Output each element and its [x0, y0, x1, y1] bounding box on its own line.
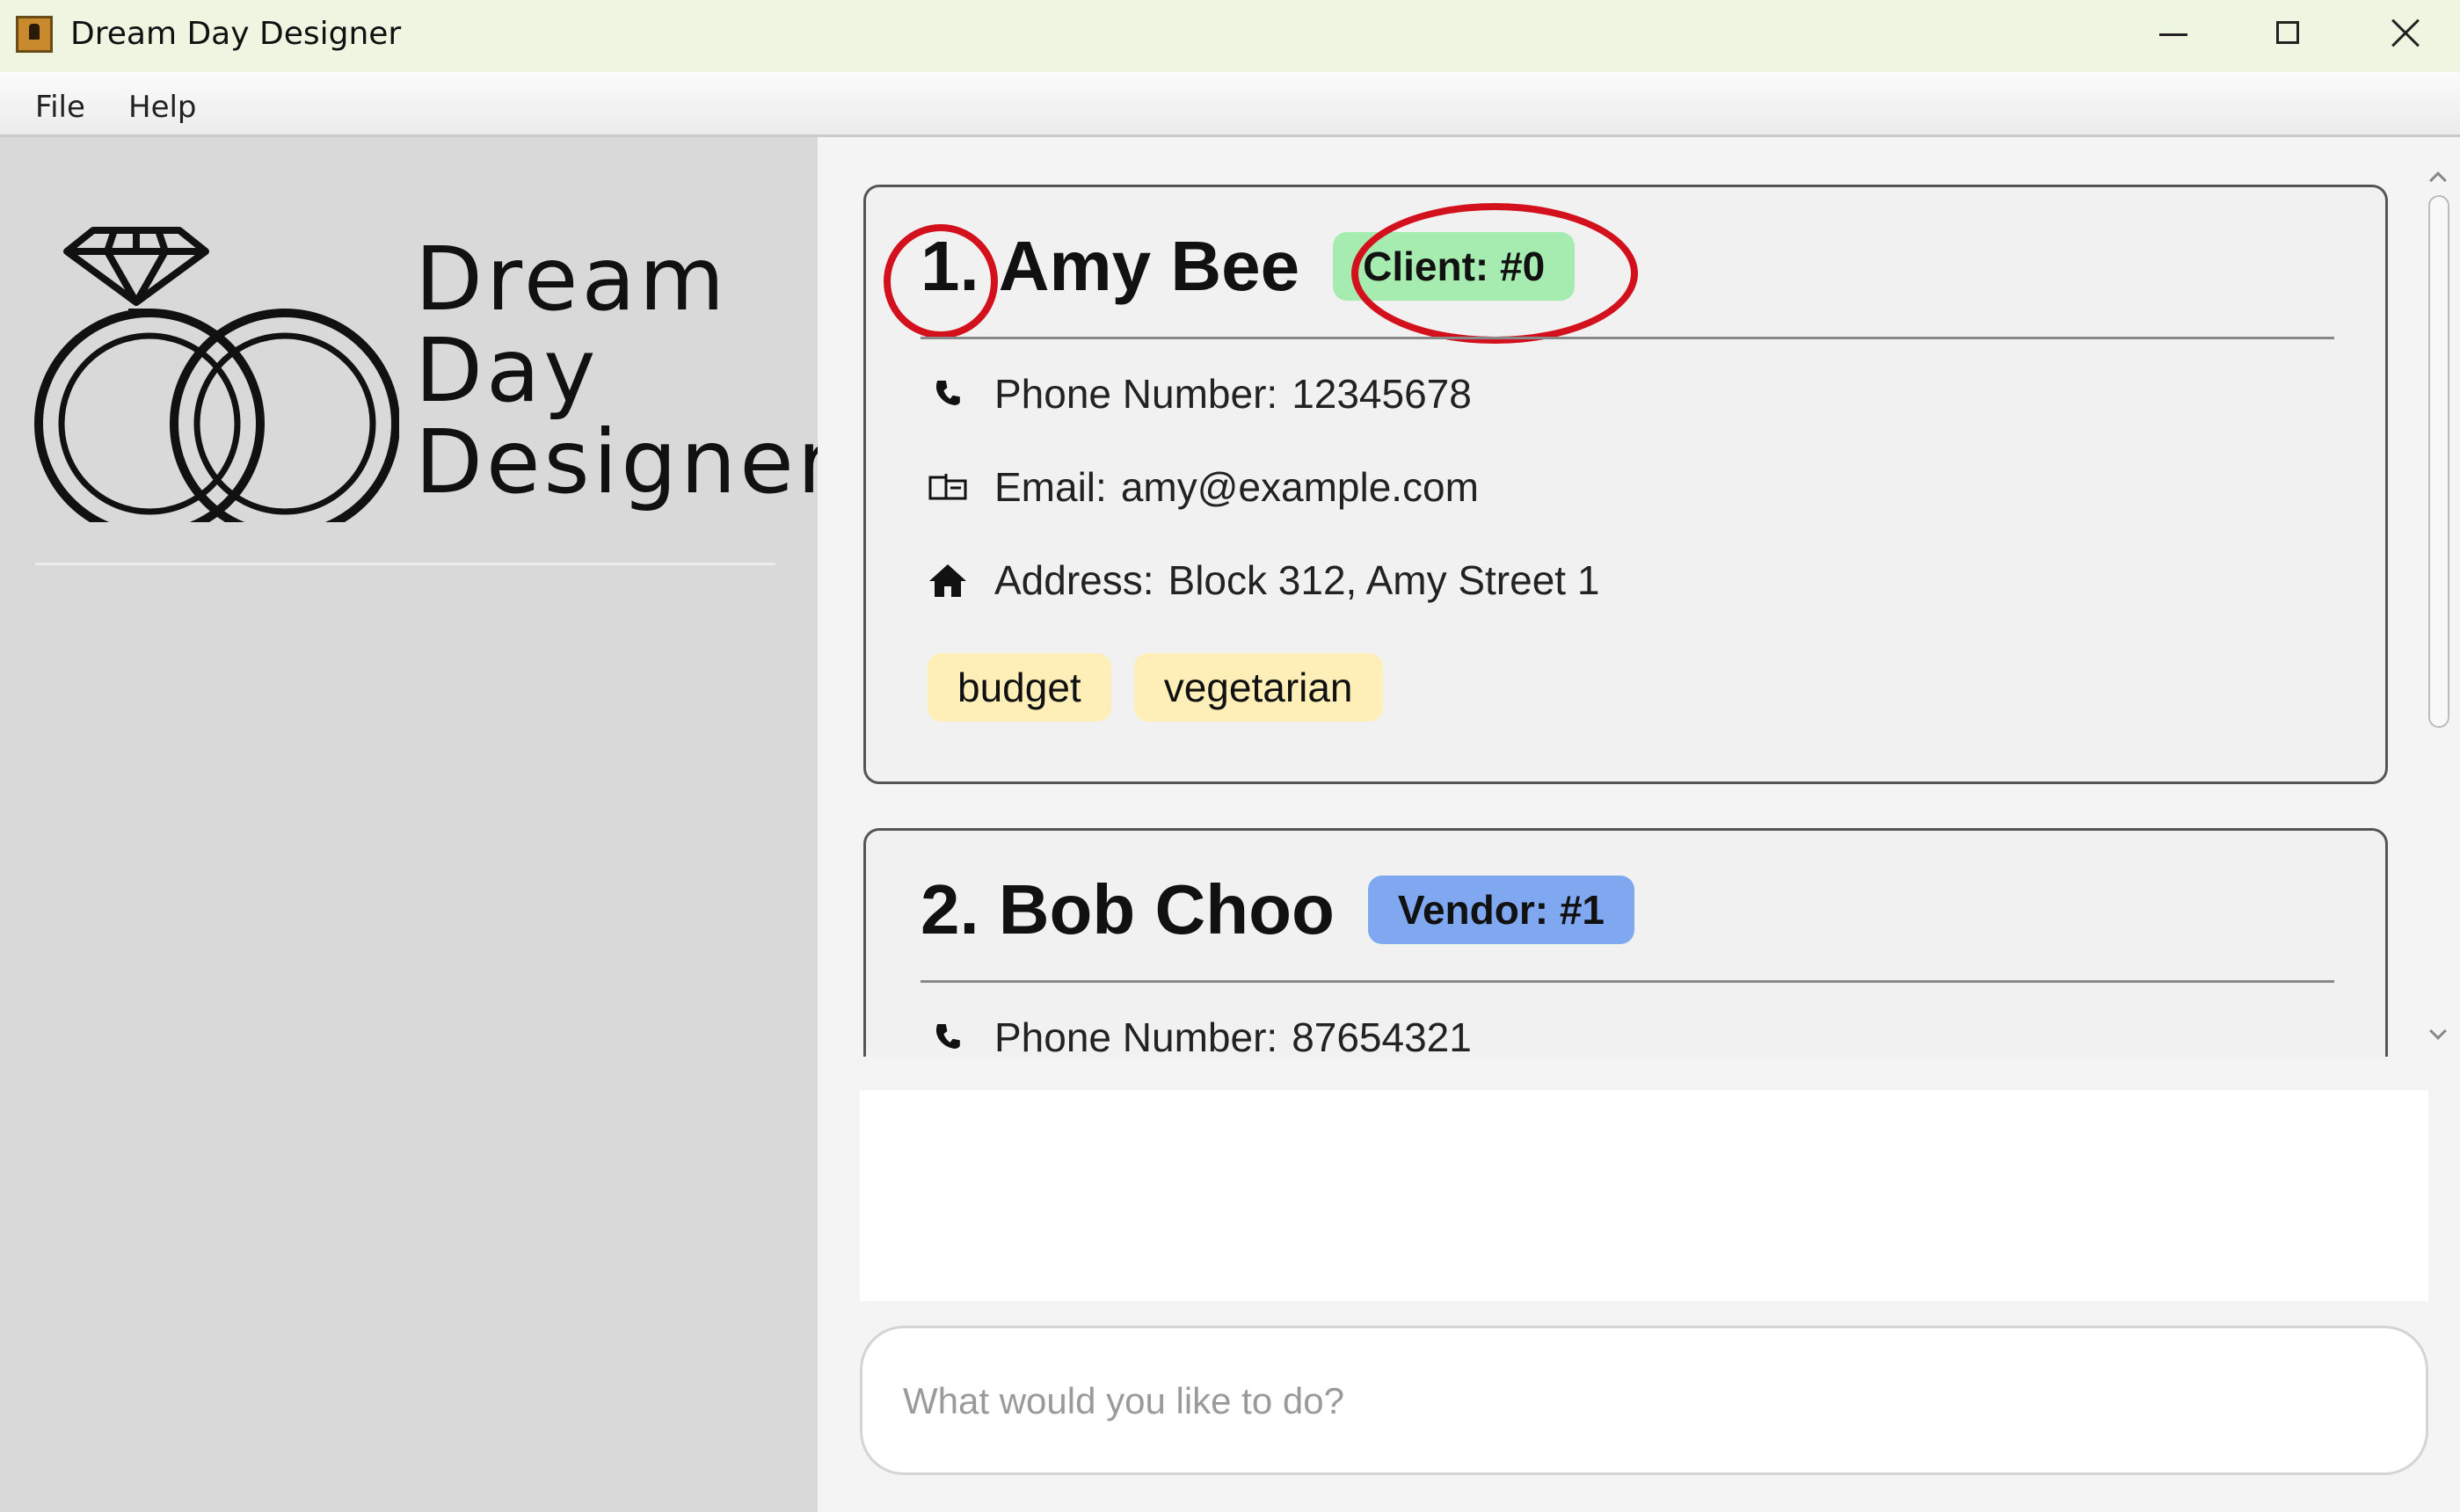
card-header: 2. Bob Choo Vendor: #1 — [921, 866, 1635, 954]
scroll-down-arrow-icon[interactable] — [2428, 1025, 2449, 1046]
phone-label: Phone Number: — [994, 371, 1278, 417]
tag: vegetarian — [1133, 653, 1383, 722]
vendor-badge: Vendor: #1 — [1367, 876, 1635, 944]
address-label: Address: — [994, 557, 1154, 603]
phone-icon — [935, 1024, 960, 1049]
menu-bar: File Help — [0, 72, 2460, 137]
minimize-button[interactable] — [2133, 9, 2212, 62]
logo-line-day: Day — [415, 319, 600, 422]
card-divider — [921, 980, 2334, 983]
main-content: 1. Amy Bee Client: #0 Phone Number: 1234… — [818, 137, 2460, 1512]
menu-help[interactable]: Help — [128, 90, 197, 125]
contact-list[interactable]: 1. Amy Bee Client: #0 Phone Number: 1234… — [818, 137, 2418, 1057]
contact-card[interactable]: 1. Amy Bee Client: #0 Phone Number: 1234… — [863, 185, 2388, 784]
card-divider — [921, 337, 2334, 339]
tag-list: budget vegetarian — [928, 653, 1406, 722]
logo-line-dream: Dream — [415, 228, 729, 331]
command-input[interactable] — [901, 1328, 2382, 1474]
menu-file[interactable]: File — [35, 90, 85, 125]
sidebar: Dream Day Designer — [0, 137, 833, 1512]
annotation-circle-index — [884, 224, 998, 338]
contact-name: Bob Choo — [998, 870, 1335, 949]
phone-label: Phone Number: — [994, 1014, 1278, 1057]
app-icon — [16, 16, 53, 53]
annotation-circle-badge — [1351, 203, 1638, 344]
result-display — [860, 1090, 2428, 1301]
scroll-thumb[interactable] — [2428, 195, 2449, 728]
email-label: Email: — [994, 464, 1107, 510]
command-box[interactable] — [860, 1326, 2428, 1475]
close-button[interactable] — [2365, 9, 2444, 62]
phone-value: 87654321 — [1292, 1014, 1472, 1057]
list-scrollbar[interactable] — [2418, 137, 2460, 1057]
sidebar-divider — [35, 563, 775, 565]
logo-text: Dream Day Designer — [415, 234, 837, 508]
phone-value: 12345678 — [1292, 371, 1472, 417]
title-bar: Dream Day Designer — [0, 0, 2460, 72]
contact-card[interactable]: 2. Bob Choo Vendor: #1 Phone Number: 876… — [863, 828, 2388, 1057]
email-value: amy@example.com — [1120, 464, 1479, 510]
tag: budget — [928, 653, 1111, 722]
address-value: Block 312, Amy Street 1 — [1168, 557, 1600, 603]
phone-row: Phone Number: 12345678 — [928, 370, 1472, 418]
scroll-up-arrow-icon[interactable] — [2428, 167, 2449, 188]
email-row: Email: amy@example.com — [928, 463, 1479, 511]
logo-line-designer: Designer — [415, 411, 837, 513]
phone-row: Phone Number: 87654321 — [928, 1014, 1472, 1057]
home-icon — [929, 564, 966, 597]
phone-icon — [935, 381, 960, 405]
window-title: Dream Day Designer — [70, 16, 402, 52]
address-row: Address: Block 312, Amy Street 1 — [928, 556, 1599, 604]
maximize-button[interactable] — [2249, 9, 2328, 62]
card-index: 2. — [921, 870, 979, 949]
mailbox-icon — [928, 474, 967, 500]
contact-name: Amy Bee — [998, 227, 1300, 305]
wedding-rings-logo-icon — [34, 227, 399, 522]
